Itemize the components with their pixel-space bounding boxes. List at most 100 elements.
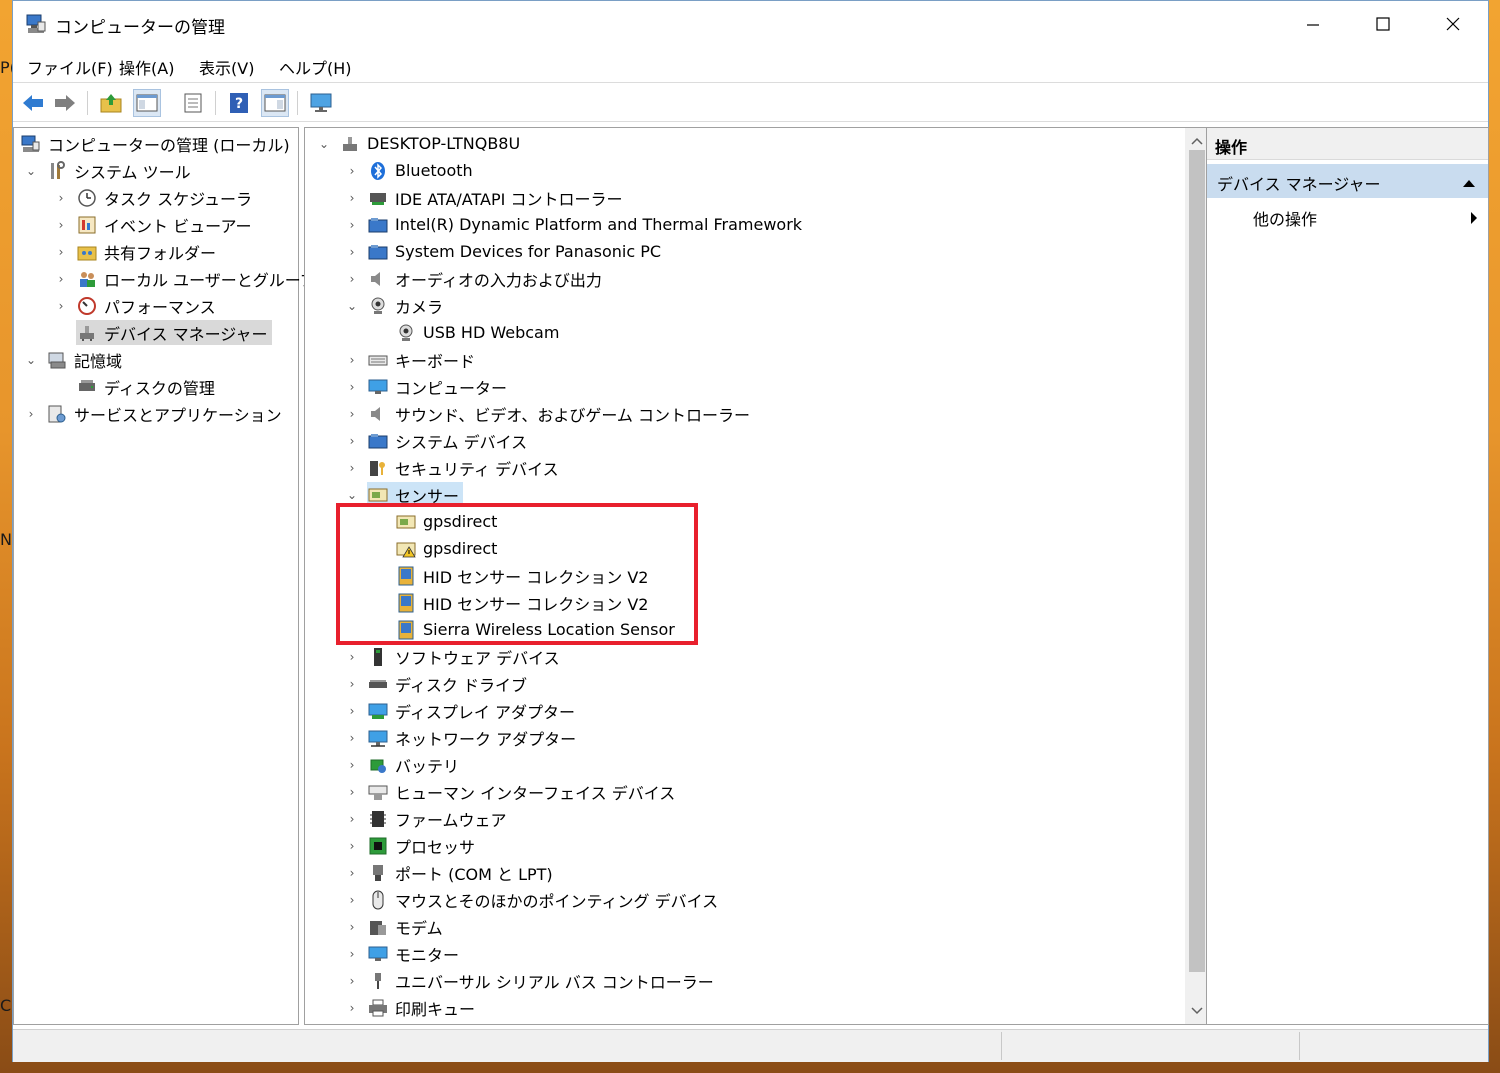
chevron-right-icon[interactable]: ›: [345, 974, 359, 988]
chevron-right-icon[interactable]: ›: [54, 245, 68, 259]
chevron-right-icon[interactable]: ›: [345, 650, 359, 664]
menu-action[interactable]: 操作(A): [119, 55, 174, 79]
tree-item-disk-management[interactable]: ディスクの管理: [76, 374, 215, 399]
device-category[interactable]: › ネットワーク アダプター: [345, 725, 577, 750]
chevron-down-icon[interactable]: ⌄: [345, 488, 359, 502]
chevron-right-icon[interactable]: ›: [24, 407, 38, 421]
device-category[interactable]: › ヒューマン インターフェイス デバイス: [345, 779, 676, 804]
menu-file[interactable]: ファイル(F): [27, 55, 113, 79]
device-category[interactable]: › モニター: [345, 941, 459, 966]
device-category[interactable]: ⌄ カメラ: [345, 293, 443, 318]
tree-item-system-tools[interactable]: ⌄ システム ツール: [24, 158, 191, 183]
device-category[interactable]: › バッテリ: [345, 752, 459, 777]
device-item[interactable]: Sierra Wireless Location Sensor: [395, 617, 675, 642]
device-category[interactable]: › システム デバイス: [345, 428, 528, 453]
performance-icon: [76, 295, 98, 317]
forward-arrow-icon[interactable]: [51, 89, 79, 117]
device-category[interactable]: › ディスプレイ アダプター: [345, 698, 575, 723]
menu-view[interactable]: 表示(V): [199, 55, 254, 79]
device-category[interactable]: › オーディオの入力および出力: [345, 266, 602, 291]
device-item[interactable]: USB HD Webcam: [395, 320, 559, 345]
device-category[interactable]: › キーボード: [345, 347, 475, 372]
tree-item-device-manager[interactable]: デバイス マネージャー: [76, 320, 272, 345]
show-hide-action-pane-icon[interactable]: [261, 89, 289, 117]
tree-item-shared-folders[interactable]: › 共有フォルダー: [54, 239, 216, 264]
chevron-right-icon[interactable]: ›: [54, 299, 68, 313]
chevron-down-icon[interactable]: ⌄: [24, 164, 38, 178]
device-item[interactable]: HID センサー コレクション V2: [395, 590, 648, 615]
actions-section-device-manager[interactable]: デバイス マネージャー: [1207, 164, 1488, 198]
tree-item-computer-management-local[interactable]: コンピューターの管理 (ローカル): [20, 131, 290, 156]
device-category[interactable]: › ファームウェア: [345, 806, 507, 831]
chevron-right-icon[interactable]: ›: [345, 866, 359, 880]
device-category[interactable]: › ソフトウェア デバイス: [345, 644, 560, 669]
chevron-right-icon[interactable]: ›: [54, 272, 68, 286]
device-item[interactable]: HID センサー コレクション V2: [395, 563, 648, 588]
chevron-right-icon[interactable]: ›: [345, 893, 359, 907]
device-category[interactable]: › ユニバーサル シリアル バス コントローラー: [345, 968, 714, 993]
tree-item-local-users-groups[interactable]: › ローカル ユーザーとグループ: [54, 266, 316, 291]
chevron-right-icon[interactable]: ›: [345, 785, 359, 799]
chevron-right-icon[interactable]: ›: [345, 245, 359, 259]
chevron-right-icon[interactable]: ›: [345, 434, 359, 448]
scrollbar-thumb[interactable]: [1189, 150, 1205, 972]
submenu-arrow-icon[interactable]: [1470, 210, 1478, 229]
device-category[interactable]: › プロセッサ: [345, 833, 475, 858]
menu-help[interactable]: ヘルプ(H): [279, 55, 352, 79]
device-category[interactable]: › マウスとそのほかのポインティング デバイス: [345, 887, 718, 912]
chevron-right-icon[interactable]: ›: [345, 920, 359, 934]
tree-item-storage[interactable]: ⌄ 記憶域: [24, 347, 122, 372]
chevron-right-icon[interactable]: ›: [345, 272, 359, 286]
tree-item-services-applications[interactable]: › サービスとアプリケーション: [24, 401, 282, 426]
up-folder-icon[interactable]: [97, 89, 125, 117]
device-category-sensors[interactable]: ⌄ センサー: [345, 482, 464, 507]
device-category[interactable]: › Intel(R) Dynamic Platform and Thermal …: [345, 212, 802, 237]
device-item-warning[interactable]: gpsdirect: [395, 536, 497, 561]
chevron-right-icon[interactable]: ›: [345, 839, 359, 853]
chevron-right-icon[interactable]: ›: [345, 758, 359, 772]
tree-item-performance[interactable]: › パフォーマンス: [54, 293, 216, 318]
chevron-right-icon[interactable]: ›: [54, 191, 68, 205]
chevron-right-icon[interactable]: ›: [345, 947, 359, 961]
chevron-right-icon[interactable]: ›: [345, 812, 359, 826]
actions-more-actions[interactable]: 他の操作: [1253, 206, 1317, 230]
show-hide-console-tree-icon[interactable]: [133, 89, 161, 117]
device-category[interactable]: › サウンド、ビデオ、およびゲーム コントローラー: [345, 401, 750, 426]
chevron-right-icon[interactable]: ›: [345, 731, 359, 745]
device-category[interactable]: › ポート (COM と LPT): [345, 860, 553, 885]
chevron-right-icon[interactable]: ›: [345, 677, 359, 691]
tree-item-event-viewer[interactable]: › イベント ビューアー: [54, 212, 252, 237]
device-category[interactable]: › モデム: [345, 914, 443, 939]
close-button[interactable]: [1419, 1, 1487, 47]
device-category[interactable]: › セキュリティ デバイス: [345, 455, 559, 480]
chevron-right-icon[interactable]: ›: [345, 380, 359, 394]
back-arrow-icon[interactable]: [19, 89, 47, 117]
chevron-right-icon[interactable]: ›: [345, 191, 359, 205]
properties-icon[interactable]: [179, 89, 207, 117]
maximize-button[interactable]: [1349, 1, 1417, 47]
device-category[interactable]: › コンピューター: [345, 374, 507, 399]
chevron-down-icon[interactable]: ⌄: [345, 299, 359, 313]
chevron-right-icon[interactable]: ›: [345, 704, 359, 718]
chevron-right-icon[interactable]: ›: [345, 353, 359, 367]
chevron-down-icon[interactable]: ⌄: [317, 137, 331, 151]
chevron-down-icon[interactable]: ⌄: [24, 353, 38, 367]
device-category[interactable]: › ディスク ドライブ: [345, 671, 527, 696]
chevron-right-icon[interactable]: ›: [345, 407, 359, 421]
device-item[interactable]: gpsdirect: [395, 509, 497, 534]
device-category[interactable]: › 印刷キュー: [345, 995, 475, 1020]
chevron-right-icon[interactable]: ›: [345, 164, 359, 178]
minimize-button[interactable]: [1279, 1, 1347, 47]
device-category[interactable]: › IDE ATA/ATAPI コントローラー: [345, 185, 623, 210]
help-icon[interactable]: ?: [225, 89, 253, 117]
device-category[interactable]: › System Devices for Panasonic PC: [345, 239, 661, 264]
device-category[interactable]: › Bluetooth: [345, 158, 473, 183]
chevron-right-icon[interactable]: ›: [345, 461, 359, 475]
chevron-right-icon[interactable]: ›: [345, 1001, 359, 1015]
monitor-icon[interactable]: [307, 89, 335, 117]
device-root[interactable]: ⌄ DESKTOP-LTNQB8U: [317, 131, 520, 156]
collapse-triangle-icon[interactable]: [1462, 173, 1476, 192]
chevron-right-icon[interactable]: ›: [345, 218, 359, 232]
chevron-right-icon[interactable]: ›: [54, 218, 68, 232]
tree-item-task-scheduler[interactable]: › タスク スケジューラ: [54, 185, 252, 210]
